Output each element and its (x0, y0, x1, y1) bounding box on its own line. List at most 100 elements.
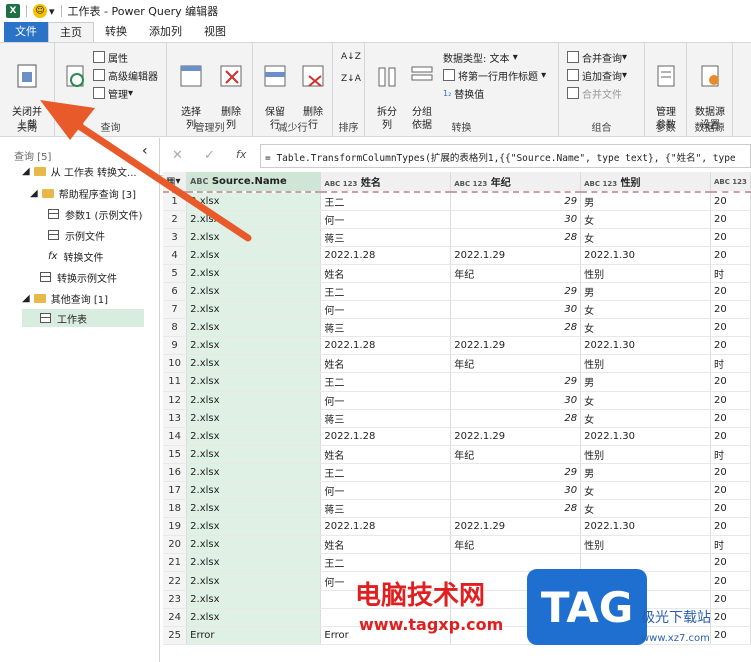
table-cell[interactable]: 20 (710, 336, 751, 356)
table-row[interactable]: 15 2.xlsx 姓名 年纪 性别时 (163, 445, 751, 464)
table-row[interactable]: 5 2.xlsx 姓名 年纪 性别时 (163, 264, 751, 283)
table-cell[interactable]: 女 (580, 481, 711, 501)
table-cell[interactable]: 何一 (320, 300, 452, 320)
table-cell[interactable]: 20 (710, 246, 751, 265)
table-cell[interactable]: 男 (580, 282, 711, 302)
table-cell[interactable]: 2.xlsx (186, 228, 322, 247)
query-item-transform-file[interactable]: fx 转换文件 (48, 247, 103, 265)
table-cell[interactable]: 2.xlsx (186, 210, 322, 229)
replace-values-button[interactable]: 1₂ 替换值 (443, 85, 484, 101)
table-cell[interactable]: 2022.1.28 (320, 427, 452, 446)
table-cell[interactable]: 2.xlsx (186, 354, 322, 374)
table-cell[interactable]: 20 (710, 300, 751, 320)
table-cell[interactable]: 20 (710, 228, 751, 247)
tab-home[interactable]: 主页 (48, 22, 94, 42)
table-cell[interactable]: 年纪 (450, 535, 582, 555)
table-cell[interactable]: 何一 (320, 210, 452, 229)
table-cell[interactable]: 20 (710, 499, 751, 519)
table-cell[interactable]: 时 (710, 535, 751, 555)
table-cell[interactable]: 20 (710, 463, 751, 483)
sort-ascending-button[interactable]: A↓Z (341, 49, 361, 65)
table-cell[interactable]: 20 (710, 318, 751, 338)
table-cell[interactable]: 2.xlsx (186, 336, 322, 356)
table-cell[interactable]: Error (186, 626, 322, 645)
table-cell[interactable]: 王二 (320, 282, 452, 302)
column-header-gender[interactable]: ABC 123 性别 (580, 172, 711, 193)
merge-files-button[interactable]: 合并文件 (567, 85, 622, 101)
table-cell[interactable]: 2.xlsx (186, 391, 322, 410)
table-cell[interactable]: 2.xlsx (186, 517, 322, 537)
table-row[interactable]: 17 2.xlsx 何一 30 女 20 (163, 481, 751, 501)
table-row[interactable]: 13 2.xlsx 蒋三 28 女 20 (163, 409, 751, 428)
table-row[interactable]: 10 2.xlsx 姓名 年纪 性别时 (163, 354, 751, 374)
table-cell[interactable]: 20 (710, 427, 751, 446)
table-cell[interactable]: 年纪 (450, 264, 582, 283)
table-cell[interactable]: 2022.1.28 (320, 517, 452, 537)
table-cell[interactable]: 2.xlsx (186, 409, 322, 428)
table-cell[interactable]: 女 (580, 391, 711, 410)
table-cell[interactable]: 2.xlsx (186, 264, 322, 283)
table-cell[interactable]: 何一 (320, 391, 452, 410)
table-cell[interactable]: 时 (710, 354, 751, 374)
table-cell[interactable]: 姓名 (320, 535, 452, 555)
table-cell[interactable]: 28 (450, 318, 582, 338)
table-cell[interactable]: 男 (580, 372, 711, 392)
table-cell[interactable]: 2.xlsx (186, 427, 322, 446)
tab-view[interactable]: 视图 (193, 22, 237, 42)
table-cell[interactable]: 2.xlsx (186, 192, 322, 211)
table-cell[interactable]: 何一 (320, 481, 452, 501)
table-cell[interactable]: 20 (710, 409, 751, 428)
table-row[interactable]: 20 2.xlsx 姓名 年纪 性别时 (163, 535, 751, 555)
table-cell[interactable]: 2.xlsx (186, 282, 322, 302)
table-cell[interactable]: 2022.1.28 (320, 246, 452, 265)
table-cell[interactable]: 2.xlsx (186, 481, 322, 501)
table-cell[interactable]: 2.xlsx (186, 463, 322, 483)
advanced-editor-button[interactable]: 高级编辑器 (93, 67, 158, 83)
tab-transform[interactable]: 转换 (94, 22, 138, 42)
query-item-param1[interactable]: 参数1 (示例文件) (48, 205, 142, 223)
table-cell[interactable]: 20 (710, 372, 751, 392)
table-cell[interactable]: 29 (450, 282, 582, 302)
table-cell[interactable]: 2022.1.30 (580, 246, 711, 265)
table-row[interactable]: 11 2.xlsx 王二 29 男 20 (163, 372, 751, 392)
table-row[interactable]: 6 2.xlsx 王二 29 男 20 (163, 282, 751, 302)
table-cell[interactable]: 2022.1.30 (580, 517, 711, 537)
table-cell[interactable]: 2022.1.28 (320, 336, 452, 356)
table-cell[interactable]: 性别 (580, 264, 711, 283)
table-cell[interactable]: 女 (580, 300, 711, 320)
append-queries-button[interactable]: 追加查询 ▾ (567, 67, 627, 83)
table-row[interactable]: 7 2.xlsx 何一 30 女 20 (163, 300, 751, 320)
table-row[interactable]: 4 2.xlsx 2022.1.28 2022.1.29 2022.1.30 20 (163, 246, 751, 265)
table-cell[interactable]: 年纪 (450, 354, 582, 374)
column-header-extra[interactable]: ABC 123 (710, 172, 751, 193)
table-row[interactable]: 16 2.xlsx 王二 29 男 20 (163, 463, 751, 483)
table-cell[interactable]: 蒋三 (320, 499, 452, 519)
table-cell[interactable]: 30 (450, 391, 582, 410)
table-cell[interactable]: 2.xlsx (186, 553, 322, 573)
merge-queries-button[interactable]: 合并查询 ▾ (567, 49, 627, 65)
table-row[interactable]: 1 2.xlsx 王二 29 男 20 (163, 192, 751, 211)
table-cell[interactable]: 2.xlsx (186, 300, 322, 320)
table-cell[interactable]: 2.xlsx (186, 590, 322, 609)
table-row[interactable]: 8 2.xlsx 蒋三 28 女 20 (163, 318, 751, 338)
table-cell[interactable]: 2.xlsx (186, 608, 322, 627)
table-cell[interactable]: 2.xlsx (186, 318, 322, 338)
table-cell[interactable]: 2022.1.29 (450, 517, 582, 537)
table-cell[interactable]: 性别 (580, 354, 711, 374)
manage-button[interactable]: 管理 ▾ (93, 85, 133, 101)
properties-button[interactable]: 属性 (93, 49, 128, 65)
table-cell[interactable]: 2.xlsx (186, 445, 322, 464)
table-row[interactable]: 14 2.xlsx 2022.1.28 2022.1.29 2022.1.30 20 (163, 427, 751, 446)
table-row[interactable]: 9 2.xlsx 2022.1.28 2022.1.29 2022.1.30 20 (163, 336, 751, 356)
table-cell[interactable]: 29 (450, 463, 582, 483)
table-cell[interactable]: 年纪 (450, 445, 582, 464)
table-cell[interactable]: 29 (450, 372, 582, 392)
table-cell[interactable]: 2022.1.30 (580, 427, 711, 446)
table-cell[interactable]: 30 (450, 210, 582, 229)
confirm-icon[interactable]: ✓ (204, 148, 215, 163)
table-cell[interactable]: 20 (710, 553, 751, 573)
table-cell[interactable]: 20 (710, 192, 751, 211)
use-first-row-header-button[interactable]: 将第一行用作标题 ▾ (443, 67, 546, 83)
table-cell[interactable]: 时 (710, 445, 751, 464)
table-cell[interactable]: 女 (580, 409, 711, 428)
